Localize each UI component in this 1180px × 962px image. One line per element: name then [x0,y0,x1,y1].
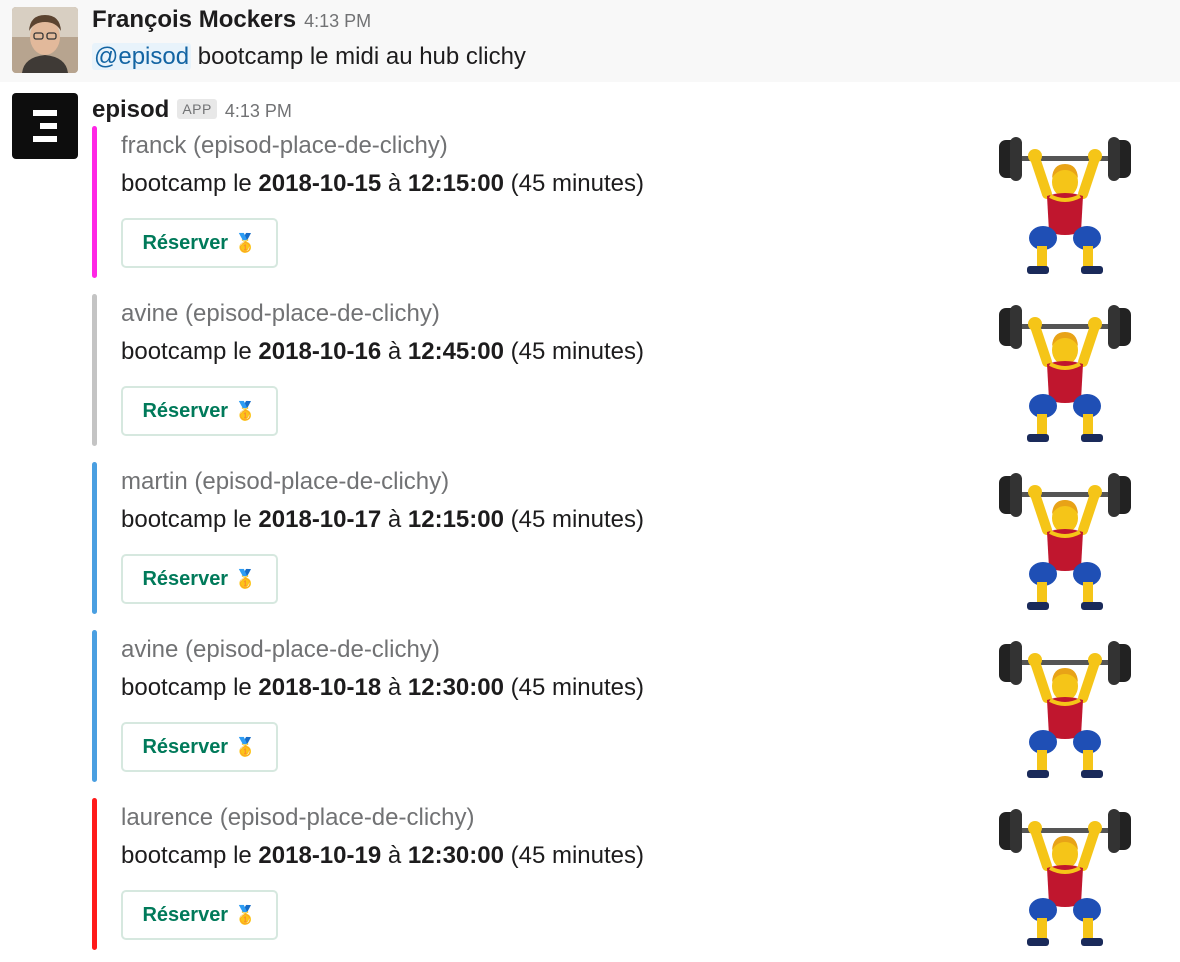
author-name[interactable]: François Mockers [92,6,296,34]
session-time: 12:15:00 [407,506,504,533]
attachment-text: bootcamp le 2018-10-15 à 12:15:00 (45 mi… [121,170,644,198]
text-sep: à [381,506,408,533]
session-date: 2018-10-17 [258,506,382,533]
text-prefix: bootcamp le [121,170,259,197]
attachment-color-bar [92,126,97,278]
reserve-button-label: Réserver [142,399,229,422]
attachment: laurence (episod-place-de-clichy) bootca… [92,798,1152,950]
session-duration: (45 minutes) [503,674,645,701]
sports-medal-icon: 🥇 [234,736,257,757]
text-sep: à [381,842,408,869]
reserve-button[interactable]: Réserver 🥇 [121,890,278,940]
message-header: episod APP 4:13 PM [92,96,292,124]
message-text: @episod bootcamp le midi au hub clichy [92,43,526,71]
session-date: 2018-10-15 [258,170,382,197]
attachment: avine (episod-place-de-clichy) bootcamp … [92,630,1152,782]
sports-medal-icon: 🥇 [234,232,257,253]
attachment: franck (episod-place-de-clichy) bootcamp… [92,126,1152,278]
text-prefix: bootcamp le [121,842,259,869]
attachment-author: avine (episod-place-de-clichy) [121,300,440,327]
attachment-color-bar [92,630,97,782]
attachment-author: avine (episod-place-de-clichy) [121,636,440,663]
session-duration: (45 minutes) [503,170,645,197]
session-time: 12:45:00 [407,338,504,365]
avatar[interactable] [12,93,78,159]
sports-medal-icon: 🥇 [234,400,257,421]
person-lifting-weights-icon [995,134,1135,280]
text-prefix: bootcamp le [121,338,259,365]
sports-medal-icon: 🥇 [234,904,257,925]
session-time: 12:30:00 [407,842,504,869]
session-date: 2018-10-18 [258,674,382,701]
person-lifting-weights-icon [995,302,1135,448]
session-date: 2018-10-19 [258,842,382,869]
person-lifting-weights-icon [995,806,1135,952]
reserve-button-label: Réserver [142,735,229,758]
timestamp[interactable]: 4:13 PM [225,101,292,122]
attachment: avine (episod-place-de-clichy) bootcamp … [92,294,1152,446]
reserve-button[interactable]: Réserver 🥇 [121,218,278,268]
attachment: martin (episod-place-de-clichy) bootcamp… [92,462,1152,614]
reserve-button-label: Réserver [142,231,229,254]
avatar[interactable] [12,7,78,73]
attachment-text: bootcamp le 2018-10-18 à 12:30:00 (45 mi… [121,674,644,702]
reserve-button-label: Réserver [142,567,229,590]
user-mention[interactable]: @episod [92,43,192,70]
reserve-button[interactable]: Réserver 🥇 [121,554,278,604]
text-sep: à [381,170,408,197]
reserve-button-label: Réserver [142,903,229,926]
sports-medal-icon: 🥇 [234,568,257,589]
session-duration: (45 minutes) [503,338,645,365]
reserve-button[interactable]: Réserver 🥇 [121,722,278,772]
reserve-button[interactable]: Réserver 🥇 [121,386,278,436]
person-lifting-weights-icon [995,638,1135,784]
attachment-color-bar [92,294,97,446]
message-header: François Mockers 4:13 PM [92,6,371,34]
session-duration: (45 minutes) [503,842,645,869]
text-prefix: bootcamp le [121,506,259,533]
text-prefix: bootcamp le [121,674,259,701]
message-body: bootcamp le midi au hub clichy [191,43,526,70]
attachment-author: franck (episod-place-de-clichy) [121,132,448,159]
session-duration: (45 minutes) [503,506,645,533]
app-badge: APP [177,99,217,119]
message-user: François Mockers 4:13 PM @episod bootcam… [0,0,1180,82]
session-time: 12:15:00 [407,170,504,197]
person-lifting-weights-icon [995,470,1135,616]
attachment-text: bootcamp le 2018-10-19 à 12:30:00 (45 mi… [121,842,644,870]
text-sep: à [381,674,408,701]
attachment-author: laurence (episod-place-de-clichy) [121,804,475,831]
author-name[interactable]: episod [92,96,169,124]
message-bot: episod APP 4:13 PM franck (episod-place-… [0,82,1180,962]
timestamp[interactable]: 4:13 PM [304,11,371,32]
attachment-color-bar [92,462,97,614]
text-sep: à [381,338,408,365]
attachment-text: bootcamp le 2018-10-16 à 12:45:00 (45 mi… [121,338,644,366]
attachment-author: martin (episod-place-de-clichy) [121,468,450,495]
attachment-text: bootcamp le 2018-10-17 à 12:15:00 (45 mi… [121,506,644,534]
attachment-color-bar [92,798,97,950]
session-time: 12:30:00 [407,674,504,701]
session-date: 2018-10-16 [258,338,382,365]
